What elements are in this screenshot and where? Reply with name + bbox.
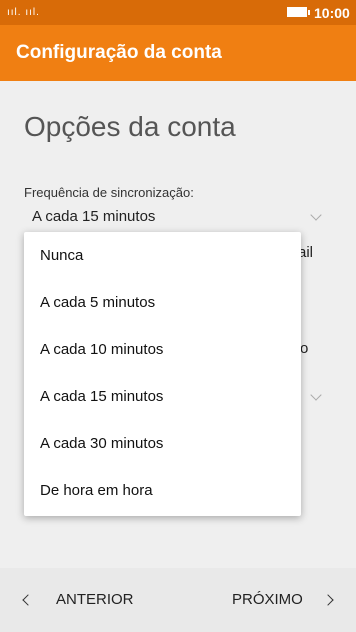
app-bar: Configuração da conta (0, 25, 356, 81)
sync-frequency-select[interactable]: A cada 15 minutos (32, 208, 155, 225)
chevron-down-icon[interactable] (310, 389, 322, 401)
next-button[interactable]: PRÓXIMO (218, 586, 344, 614)
dropdown-option[interactable]: A cada 30 minutos (24, 420, 301, 467)
dropdown-option[interactable]: A cada 15 minutos (24, 373, 301, 420)
battery-icon (287, 7, 310, 17)
sync-frequency-dropdown: Nunca A cada 5 minutos A cada 10 minutos… (24, 232, 301, 516)
chevron-right-icon (322, 594, 334, 606)
next-label: PRÓXIMO (232, 591, 303, 608)
status-bar: ııl. ııl. 10:00 (0, 0, 356, 25)
page-title: Opções da conta (24, 111, 236, 142)
previous-label: ANTERIOR (56, 591, 134, 608)
dropdown-option[interactable]: Nunca (24, 232, 301, 279)
bottom-nav-bar: ANTERIOR PRÓXIMO (0, 568, 356, 632)
chevron-down-icon[interactable] (310, 209, 322, 221)
dropdown-option[interactable]: A cada 5 minutos (24, 279, 301, 326)
sync-frequency-label: Frequência de sincronização: (24, 185, 194, 200)
previous-button[interactable]: ANTERIOR (16, 586, 146, 614)
chevron-left-icon (22, 594, 34, 606)
dropdown-option[interactable]: A cada 10 minutos (24, 326, 301, 373)
dropdown-option[interactable]: De hora em hora (24, 467, 301, 514)
status-time: 10:00 (314, 5, 350, 21)
app-title: Configuração da conta (16, 42, 222, 63)
signal-icon: ııl. ııl. (7, 7, 40, 18)
obscured-option-text: o (300, 340, 309, 357)
